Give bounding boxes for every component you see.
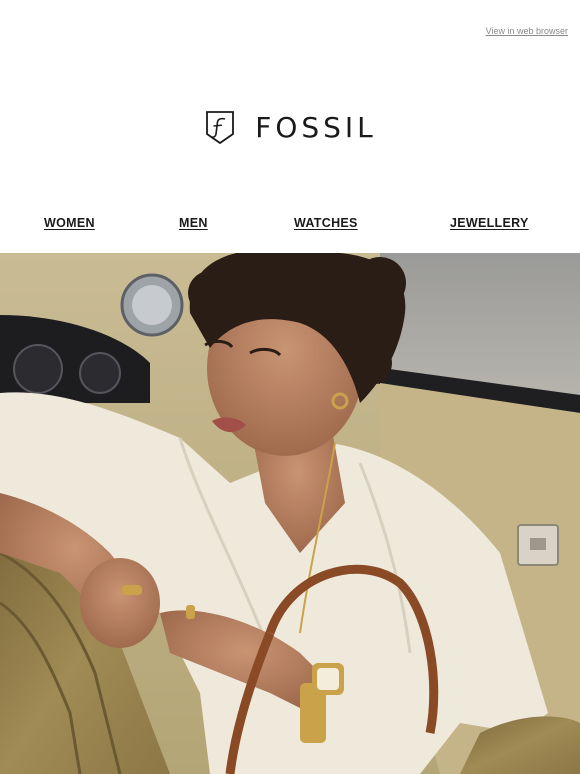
nav-item-men[interactable]: MEN xyxy=(179,216,208,230)
main-nav: WOMEN MEN WATCHES JEWELLERY xyxy=(0,216,580,236)
view-in-web-browser-link[interactable]: View in web browser xyxy=(486,26,568,36)
hero-image[interactable] xyxy=(0,253,580,774)
nav-item-watches[interactable]: WATCHES xyxy=(294,216,358,230)
brand-logo[interactable]: FOSSIL xyxy=(0,105,580,149)
nav-item-jewellery[interactable]: JEWELLERY xyxy=(450,216,529,230)
fossil-f-shield-icon xyxy=(206,111,235,145)
nav-item-women[interactable]: WOMEN xyxy=(44,216,95,230)
brand-name: FOSSIL xyxy=(255,110,377,144)
top-bar: View in web browser xyxy=(0,0,580,60)
hero-photo xyxy=(0,253,580,774)
